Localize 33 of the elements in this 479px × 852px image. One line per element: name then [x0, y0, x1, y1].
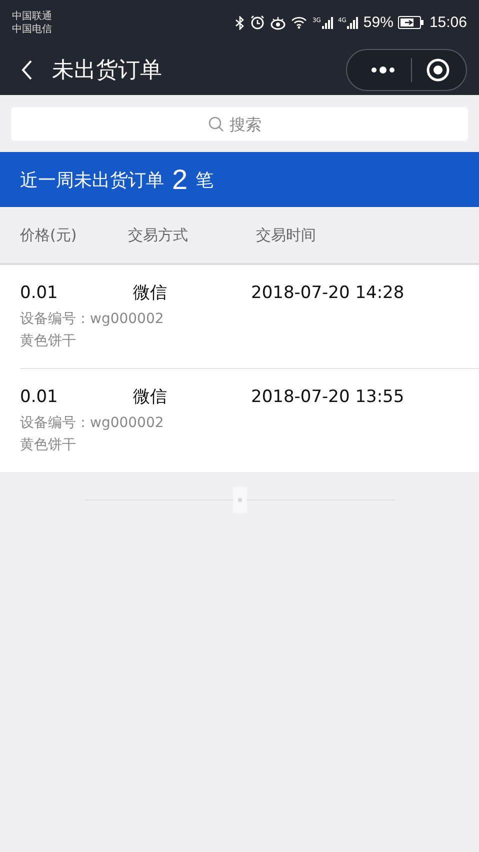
wifi-icon: [291, 16, 308, 29]
alarm-icon: [250, 15, 266, 30]
back-icon[interactable]: [20, 59, 34, 81]
column-header: 价格(元): [20, 226, 78, 244]
price-cell-text: 0.01: [20, 282, 59, 302]
column-header: 交易方式: [128, 226, 189, 244]
device-number: 设备编号：wg000002: [20, 414, 165, 433]
search-icon: [208, 116, 224, 132]
carrier-name: 中国联通: [12, 10, 52, 22]
count-unit: 笔: [196, 168, 214, 192]
clock-time: 15:06: [429, 14, 467, 31]
order-count: 2: [172, 164, 188, 196]
signal-icon: [346, 16, 358, 28]
payment-method-cell-text: 微信: [132, 386, 168, 408]
summary-label: 近一周未出货订单: [20, 168, 164, 192]
time-cell: 2018-07-20 14:28: [251, 282, 404, 302]
column-header: 交易时间: [256, 226, 316, 244]
device-number: 设备编号：wg000002: [20, 310, 165, 329]
eye-icon: [270, 16, 286, 30]
time-cell: 2018-07-20 13:55: [251, 386, 404, 406]
battery-charging-icon: [398, 16, 424, 29]
page-title: 未出货订单: [52, 57, 163, 85]
product-name: 黄色饼干: [20, 332, 77, 351]
signal-icon: [320, 16, 333, 28]
carrier-name: 中国电信: [12, 22, 52, 36]
search-field[interactable]: 搜索: [228, 114, 272, 134]
more-icon[interactable]: [369, 65, 397, 75]
payment-method-cell-text: 微信: [132, 282, 168, 304]
bluetooth-icon: [235, 16, 246, 30]
close-target-icon[interactable]: [426, 58, 450, 82]
price-cell-text: 0.01: [20, 386, 59, 406]
battery-percent: 59%: [363, 14, 394, 31]
product-name: 黄色饼干: [20, 436, 77, 455]
